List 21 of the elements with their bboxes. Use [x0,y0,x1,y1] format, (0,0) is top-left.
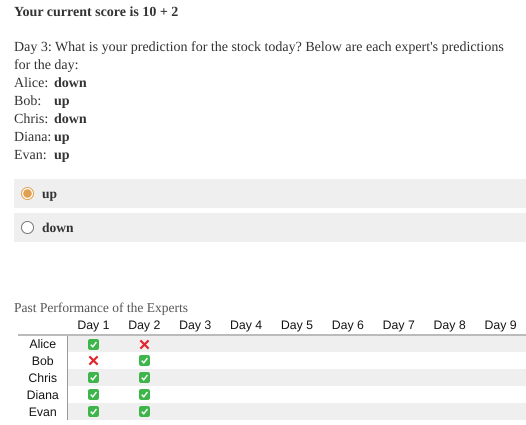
expert-name: Evan: [14,147,48,165]
expert-name: Alice: [14,75,50,93]
radio-button[interactable] [21,221,34,234]
score-title: Your current score is 10 + 2 [14,4,180,22]
question-text: Day 3: What is your prediction for the stock today? Below are each expert's predictions for the day: [14,39,505,75]
row-header: Diana [18,386,68,403]
radio-button[interactable] [21,187,34,200]
prediction-value: up [54,147,70,165]
expert-name: Chris: [14,111,50,129]
radio-option[interactable]: up [14,179,526,208]
row-header: Bob [18,352,68,369]
expert-name: Bob: [14,93,42,111]
table-caption: Past Performance of the Experts [14,300,189,315]
prediction-value: down [54,75,87,93]
prediction-value: down [54,111,87,129]
prediction-value: up [54,129,70,147]
expert-name: Diana: [14,129,52,147]
radio-option[interactable]: down [14,213,526,242]
option-label: up [42,186,58,202]
prediction-value: up [54,93,70,111]
option-label: down [42,220,74,236]
